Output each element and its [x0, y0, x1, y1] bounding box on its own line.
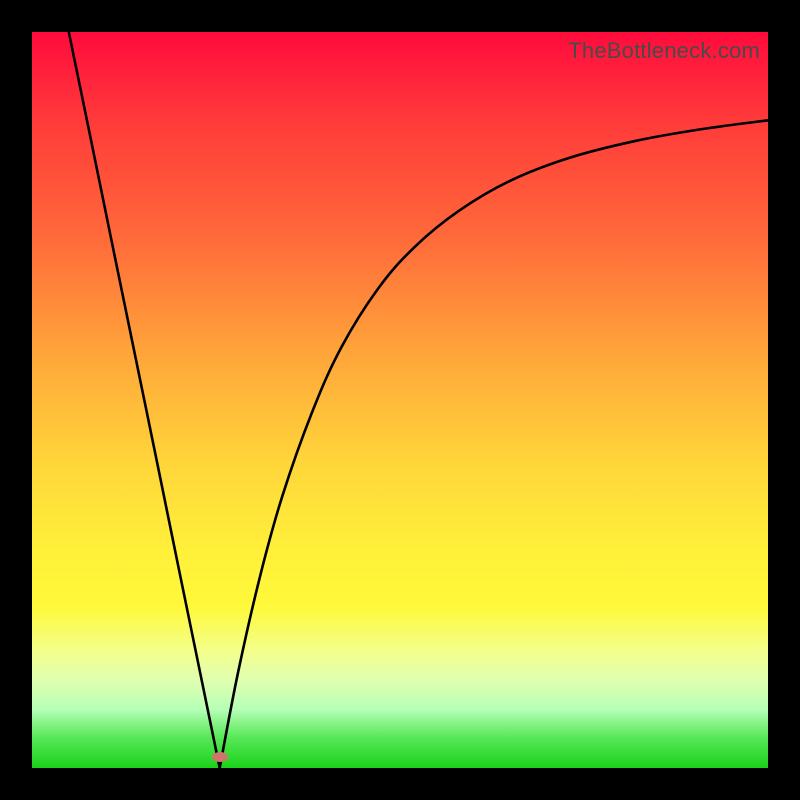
plot-area: TheBottleneck.com	[32, 32, 768, 768]
curve-right-branch	[220, 120, 768, 768]
minimum-marker	[212, 752, 228, 762]
curve-svg	[32, 32, 768, 768]
curve-left-branch	[69, 32, 220, 768]
chart-frame: TheBottleneck.com	[0, 0, 800, 800]
